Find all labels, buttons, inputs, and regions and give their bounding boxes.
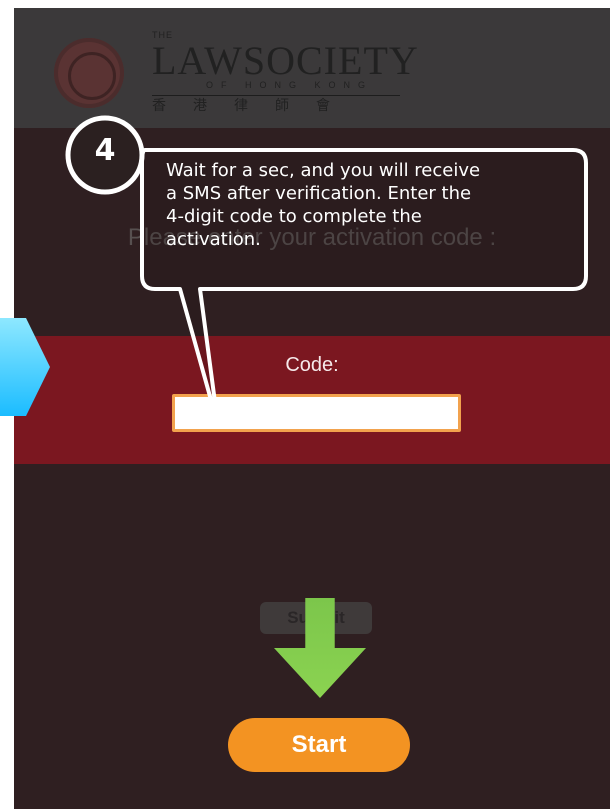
logo-sub-text: OF HONG KONG [206, 80, 374, 90]
logo-chinese-text: 香港律師會 [152, 95, 400, 114]
tutorial-instruction: Wait for a sec, and you will receive a S… [166, 159, 576, 251]
logo-main-text: LAWSOCIETY [152, 38, 419, 83]
tutorial-instruction-line: activation. [166, 229, 261, 250]
code-label: Code: [285, 354, 339, 376]
law-society-logo: THE LAWSOCIETY OF HONG KONG 香港律師會 [152, 30, 418, 118]
activation-code-input[interactable] [172, 394, 461, 432]
app-header: THE LAWSOCIETY OF HONG KONG 香港律師會 [14, 8, 610, 128]
tutorial-instruction-line: 4-digit code to complete the [166, 206, 422, 227]
law-society-seal-icon [54, 38, 124, 108]
step-number: 4 [94, 133, 116, 168]
tutorial-instruction-line: a SMS after verification. Enter the [166, 183, 472, 204]
start-button[interactable]: Start [228, 718, 410, 772]
tutorial-instruction-line: Wait for a sec, and you will receive [166, 160, 481, 181]
